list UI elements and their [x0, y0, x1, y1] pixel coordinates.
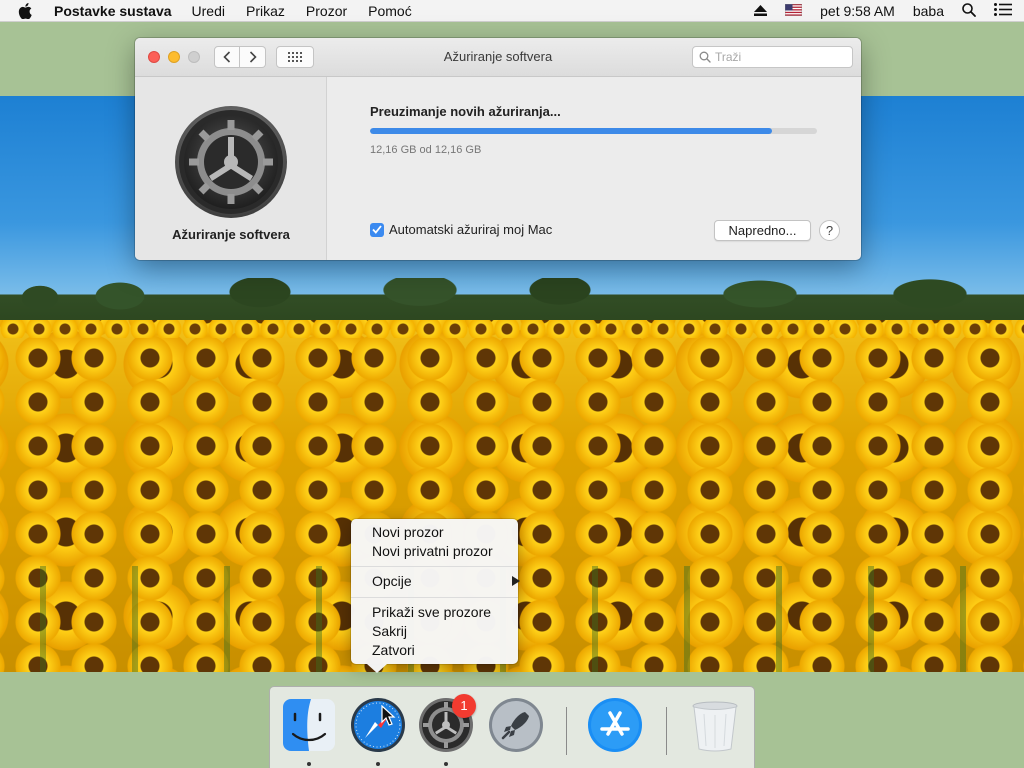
menu-item-quit[interactable]: Zatvori	[372, 641, 512, 660]
menu-prikaz[interactable]: Prikaz	[246, 3, 285, 19]
window-minimize-button[interactable]	[168, 51, 180, 63]
menu-user[interactable]: baba	[913, 3, 944, 19]
grid-icon	[288, 52, 302, 62]
menu-prozor[interactable]: Prozor	[306, 3, 347, 19]
menu-uredi[interactable]: Uredi	[192, 3, 225, 19]
advanced-button[interactable]: Napredno...	[714, 220, 811, 241]
auto-update-row[interactable]: Automatski ažuriraj moj Mac	[370, 222, 552, 237]
app-store-icon[interactable]	[586, 696, 644, 754]
menu-item-new-private-window[interactable]: Novi privatni prozor	[372, 542, 512, 561]
menu-separator	[351, 597, 518, 598]
software-update-gear-icon	[175, 106, 287, 218]
trash-icon[interactable]	[686, 696, 744, 754]
launchpad-icon[interactable]	[487, 696, 545, 754]
dock	[269, 686, 755, 768]
menu-item-new-window[interactable]: Novi prozor	[372, 523, 512, 542]
sidebar-pane: Ažuriranje softvera	[135, 77, 327, 260]
window-close-button[interactable]	[148, 51, 160, 63]
chevron-right-icon	[249, 51, 257, 63]
system-preferences-running-indicator	[444, 762, 448, 766]
help-button[interactable]: ?	[819, 220, 840, 241]
download-progress-text: 12,16 GB od 12,16 GB	[370, 144, 482, 156]
us-flag-icon[interactable]	[784, 3, 803, 19]
menu-item-hide[interactable]: Sakrij	[372, 622, 512, 641]
sidebar-title: Ažuriranje softvera	[172, 227, 290, 242]
update-content-pane: Preuzimanje novih ažuriranja... 12,16 GB…	[327, 77, 861, 260]
system-preferences-badge: 1	[452, 694, 476, 718]
checkmark-icon	[372, 225, 382, 234]
dock-context-menu: Novi prozor Novi privatni prozor Opcije …	[351, 519, 520, 664]
forward-button[interactable]	[240, 46, 266, 68]
menu-clock[interactable]: pet 9:58 AM	[820, 3, 895, 19]
auto-update-checkbox[interactable]	[370, 222, 384, 237]
software-update-window: Ažuriranje softvera Traži Ažuriranje sof…	[135, 38, 861, 260]
safari-running-indicator	[376, 762, 380, 766]
auto-update-label[interactable]: Automatski ažuriraj moj Mac	[389, 222, 552, 237]
dock-divider	[566, 707, 567, 755]
back-button[interactable]	[214, 46, 240, 68]
submenu-arrow-icon	[512, 576, 520, 586]
menu-item-options-label: Opcije	[372, 573, 412, 589]
finder-running-indicator	[307, 762, 311, 766]
download-progress-bar	[370, 128, 817, 134]
context-menu-pointer	[367, 664, 387, 673]
window-zoom-button[interactable]	[188, 51, 200, 63]
spotlight-search-icon[interactable]	[962, 2, 976, 20]
apple-menu-icon[interactable]	[18, 0, 38, 22]
chevron-left-icon	[223, 51, 231, 63]
dock-divider	[666, 707, 667, 755]
search-input[interactable]	[715, 50, 845, 64]
search-icon	[699, 51, 711, 63]
menu-bar-extras: pet 9:58 AM baba	[754, 0, 1024, 22]
eject-icon[interactable]	[754, 3, 768, 19]
menu-separator	[351, 566, 518, 567]
search-field[interactable]	[692, 46, 853, 68]
finder-icon[interactable]	[280, 696, 338, 754]
safari-icon[interactable]	[349, 696, 407, 754]
notification-center-icon[interactable]	[994, 3, 1012, 19]
show-all-button[interactable]	[276, 46, 314, 68]
menu-item-show-all-windows[interactable]: Prikaži sve prozore	[372, 603, 512, 622]
menu-app-name[interactable]: Postavke sustava	[54, 3, 172, 19]
menu-bar: Postavke sustava Uredi Prikaz Prozor Pom…	[0, 0, 1024, 22]
mouse-cursor-icon	[381, 705, 396, 726]
window-titlebar[interactable]: Ažuriranje softvera	[135, 38, 861, 77]
menu-pomoc[interactable]: Pomoć	[368, 3, 412, 19]
menu-item-options[interactable]: Opcije	[372, 572, 520, 591]
update-status-title: Preuzimanje novih ažuriranja...	[370, 104, 561, 119]
download-progress-fill	[370, 128, 773, 134]
